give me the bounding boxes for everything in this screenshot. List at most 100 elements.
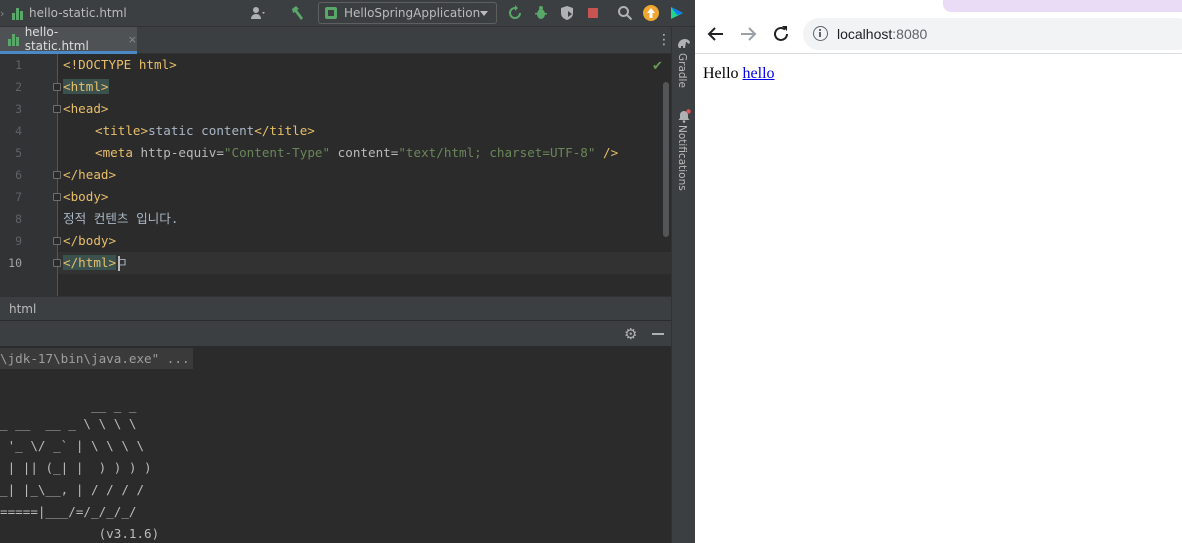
- gradle-elephant-icon[interactable]: [677, 37, 691, 49]
- update-icon[interactable]: [643, 5, 659, 21]
- console-command-line: \jdk-17\bin\java.exe" ...: [0, 348, 193, 369]
- gear-icon[interactable]: ⚙: [624, 326, 640, 342]
- html-file-icon: [12, 7, 24, 20]
- code-line: <html>: [63, 76, 109, 98]
- fold-marker-icon[interactable]: [53, 259, 61, 267]
- close-icon[interactable]: ×: [128, 33, 137, 46]
- attr-name: content=: [330, 145, 399, 160]
- text-caret: [118, 256, 120, 271]
- html-file-icon: [8, 33, 20, 46]
- user-icon[interactable]: [250, 5, 266, 21]
- code-line: </head>: [63, 164, 116, 186]
- code-line: <meta http-equiv="Content-Type" content=…: [95, 142, 618, 164]
- body-open-tag: <body>: [63, 189, 109, 204]
- page-greeting: Hello: [703, 65, 739, 82]
- code-line: <body>: [63, 186, 109, 208]
- banner-line: (v3.1.6): [0, 526, 160, 541]
- url-port: :8080: [892, 26, 928, 42]
- stop-icon[interactable]: [585, 5, 601, 21]
- titlebar-file[interactable]: › hello-static.html: [0, 4, 127, 22]
- line-number: 10: [8, 256, 22, 270]
- line-number: 8: [15, 212, 22, 226]
- head-open-tag: <head>: [63, 101, 109, 116]
- build-hammer-icon[interactable]: [290, 5, 306, 21]
- run-console[interactable]: \jdk-17\bin\java.exe" ... __ _ _ _ __ __…: [0, 346, 671, 543]
- ide-window: › hello-static.html HelloSpringApplicati…: [0, 0, 695, 543]
- code-line: </body>: [63, 230, 116, 252]
- run-panel-header: ⚙: [0, 320, 671, 346]
- code-editor[interactable]: 1 2 3 4 5 6 7 8 9 10 <!DOCTYPE html> <ht…: [0, 54, 671, 296]
- meta-tag-end: />: [595, 145, 619, 160]
- html-open-tag: <html>: [63, 79, 109, 94]
- page-paragraph: Hello hello: [703, 65, 775, 83]
- minimize-icon[interactable]: [652, 333, 664, 335]
- code-line: <head>: [63, 98, 109, 120]
- banner-line: | || (_| | ) ) ) ): [0, 460, 152, 475]
- tab-label: hello-static.html: [24, 25, 89, 53]
- ide-toolbar: › hello-static.html HelloSpringApplicati…: [0, 0, 695, 27]
- fold-marker-icon[interactable]: [53, 171, 61, 179]
- attr-value: "Content-Type": [223, 145, 331, 160]
- fold-marker-icon[interactable]: [53, 193, 61, 201]
- rerun-icon[interactable]: [507, 5, 523, 21]
- search-icon[interactable]: [617, 5, 633, 21]
- run-config-select[interactable]: HelloSpringApplication: [318, 2, 497, 24]
- toolbox-icon[interactable]: [669, 5, 685, 21]
- more-vertical-icon[interactable]: ⋮: [657, 32, 671, 48]
- title-close-tag: </title>: [254, 123, 315, 138]
- hello-link[interactable]: hello: [743, 65, 775, 82]
- fold-marker-icon[interactable]: [53, 237, 61, 245]
- banner-line: '_ \/ _` | \ \ \ \: [0, 438, 145, 453]
- titlebar-file-label: hello-static.html: [29, 6, 127, 20]
- line-number: 9: [15, 234, 22, 248]
- editor-scrollbar[interactable]: [663, 82, 669, 237]
- browser-window: localhost:8080 Hello hello: [695, 0, 1182, 543]
- run-config-label: HelloSpringApplication: [344, 6, 481, 20]
- browser-tab[interactable]: [943, 0, 1182, 12]
- line-number: 2: [15, 80, 22, 94]
- notifications-tool-label[interactable]: Notifications: [676, 125, 688, 191]
- line-number: 3: [15, 102, 22, 116]
- breadcrumb[interactable]: html: [0, 296, 671, 320]
- banner-line: _| |_\__, | / / / /: [0, 482, 145, 497]
- banner-line: _ __ __ _ \ \ \ \: [0, 416, 137, 431]
- info-icon[interactable]: [813, 26, 828, 41]
- line-number: 6: [15, 168, 22, 182]
- body-text: 정적 컨텐츠 입니다.: [63, 211, 179, 226]
- head-close-tag: </head>: [63, 167, 117, 182]
- editor-tab-bar: hello-static.html × ⋮: [0, 25, 671, 54]
- tab-hello-static[interactable]: hello-static.html ×: [0, 25, 137, 54]
- attr-value: "text/html; charset=UTF-8": [398, 145, 596, 160]
- notification-bell-icon[interactable]: [677, 109, 691, 123]
- attr-name: http-equiv=: [132, 145, 224, 160]
- chevron-down-icon: [480, 11, 488, 16]
- browser-tab-strip: [695, 0, 1182, 14]
- code-line: <!DOCTYPE html>: [63, 54, 177, 76]
- doctype: <!DOCTYPE html>: [63, 57, 177, 72]
- forward-arrow-icon[interactable]: [737, 23, 759, 45]
- page-content: Hello hello: [695, 55, 1182, 543]
- fold-marker-icon[interactable]: [53, 83, 61, 91]
- debug-bug-icon[interactable]: [533, 5, 549, 21]
- html-close-tag: </html>: [63, 255, 117, 270]
- gradle-tool-label[interactable]: Gradle: [676, 53, 688, 88]
- url-text: localhost:8080: [837, 18, 927, 50]
- address-bar[interactable]: localhost:8080: [803, 18, 1182, 50]
- url-host: localhost: [837, 26, 893, 42]
- banner-line: =====|___/=/_/_/_/: [0, 504, 137, 519]
- breadcrumb-label: html: [9, 302, 37, 316]
- inspection-ok-icon[interactable]: ✔: [652, 59, 663, 74]
- back-arrow-icon[interactable]: [705, 23, 727, 45]
- right-tool-strip: Gradle Notifications: [671, 27, 695, 543]
- reload-icon[interactable]: [770, 23, 792, 45]
- spring-app-icon: [325, 6, 339, 20]
- line-number: 4: [15, 124, 22, 138]
- line-number: 5: [15, 146, 22, 160]
- fold-marker-icon[interactable]: [53, 105, 61, 113]
- code-line: <title>static content</title>: [95, 120, 315, 142]
- chevron-right-icon: ›: [0, 6, 5, 20]
- title-open-tag: <title>: [95, 123, 149, 138]
- line-number: 1: [15, 58, 22, 72]
- line-number: 7: [15, 190, 22, 204]
- coverage-shield-icon[interactable]: [559, 5, 575, 21]
